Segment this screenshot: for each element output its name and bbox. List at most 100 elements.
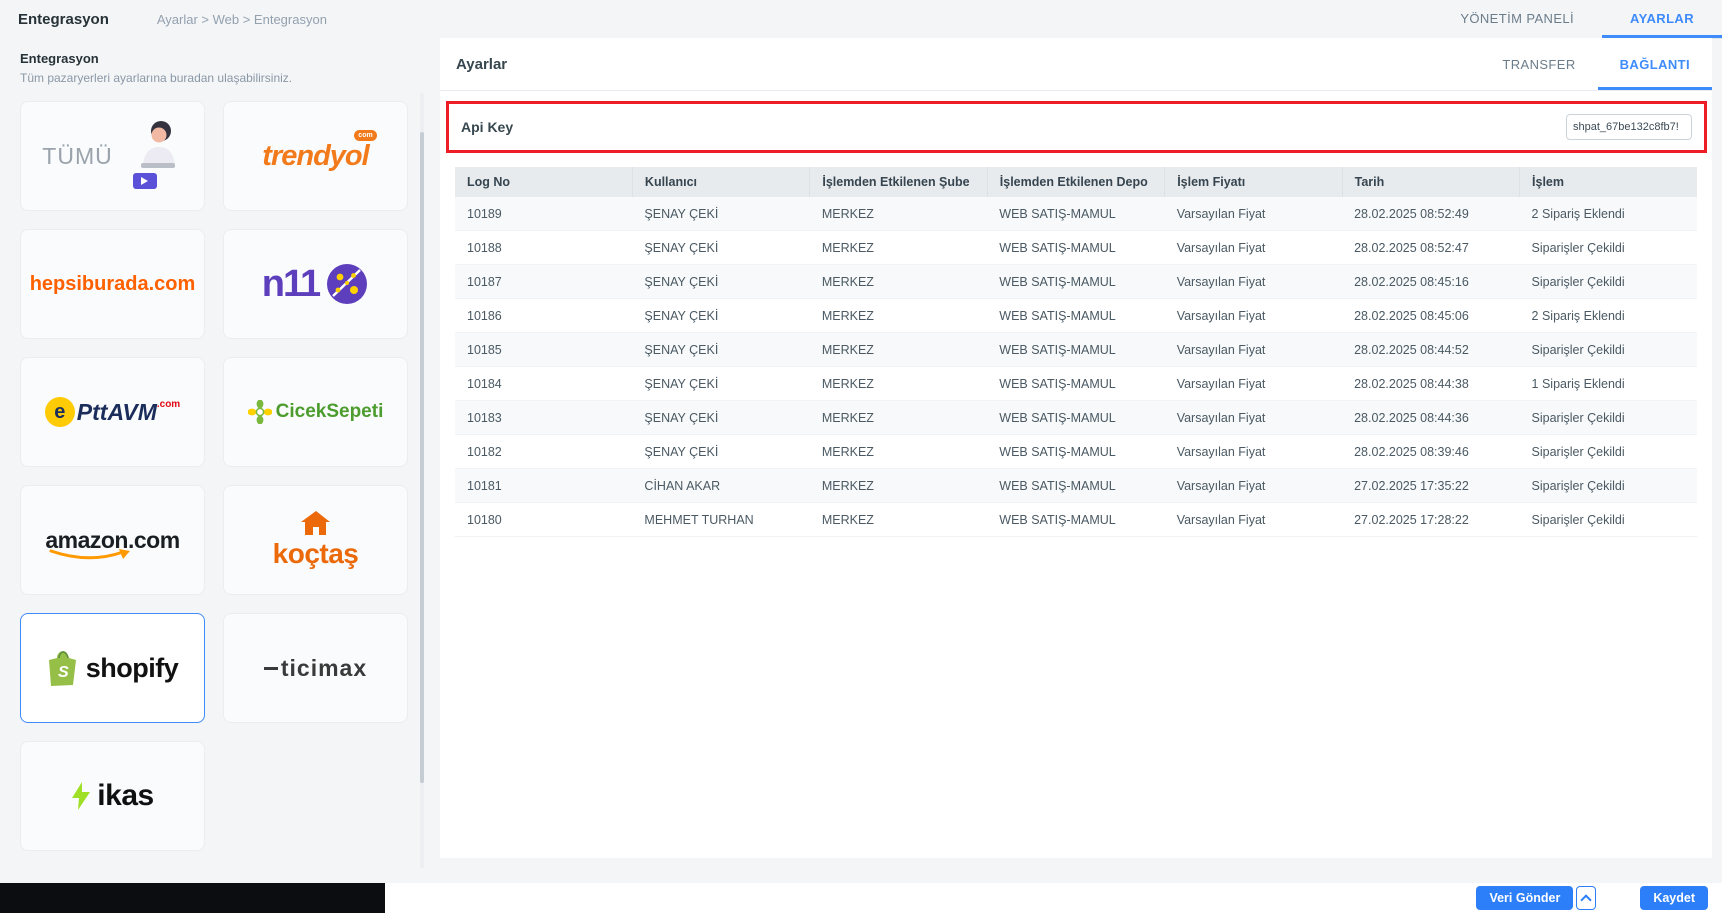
- pttavm-e-icon: e: [45, 397, 75, 427]
- column-header-depo: İşlemden Etkilenen Depo: [987, 167, 1164, 197]
- marketplace-card-pttavm[interactable]: e PttAVM .com: [20, 357, 205, 467]
- sidebar-title: Entegrasyon: [20, 51, 399, 66]
- table-row: 10185 ŞENAY ÇEKİ MERKEZ WEB SATIŞ-MAMUL …: [455, 333, 1697, 367]
- cell-sube: MERKEZ: [810, 231, 987, 265]
- pttavm-logo: e PttAVM .com: [45, 397, 180, 427]
- marketplace-card-hepsiburada[interactable]: hepsiburada.com: [20, 229, 205, 339]
- cell-islem: Siparişler Çekildi: [1520, 435, 1697, 469]
- cell-sube: MERKEZ: [810, 401, 987, 435]
- cell-islem: 2 Sipariş Eklendi: [1520, 299, 1697, 333]
- marketplace-card-ticimax[interactable]: ticimax: [223, 613, 408, 723]
- n11-label: n11: [262, 263, 319, 306]
- cell-depo: WEB SATIŞ-MAMUL: [987, 265, 1164, 299]
- marketplace-card-shopify[interactable]: S shopify: [20, 613, 205, 723]
- tab-baglanti[interactable]: BAĞLANTI: [1598, 38, 1712, 90]
- api-key-input[interactable]: [1566, 114, 1692, 140]
- cell-kullanici: ŞENAY ÇEKİ: [632, 231, 809, 265]
- panel-header: Ayarlar TRANSFER BAĞLANTI: [440, 38, 1712, 91]
- cell-islem: Siparişler Çekildi: [1520, 401, 1697, 435]
- marketplace-card-ikas[interactable]: ikas: [20, 741, 205, 851]
- cell-islem: Siparişler Çekildi: [1520, 503, 1697, 537]
- sidebar-scrollbar-thumb[interactable]: [420, 132, 424, 783]
- tab-transfer[interactable]: TRANSFER: [1480, 38, 1597, 90]
- cell-islem: Siparişler Çekildi: [1520, 265, 1697, 299]
- panel-title: Ayarlar: [456, 56, 507, 73]
- ticimax-logo: ticimax: [264, 655, 367, 682]
- cell-sube: MERKEZ: [810, 367, 987, 401]
- cell-depo: WEB SATIŞ-MAMUL: [987, 367, 1164, 401]
- api-key-row: Api Key: [449, 104, 1704, 150]
- cell-tarih: 28.02.2025 08:45:06: [1342, 299, 1519, 333]
- column-header-sube: İşlemden Etkilenen Şube: [810, 167, 987, 197]
- sidebar-scrollbar-track: [420, 93, 424, 868]
- dropdown-caret-button[interactable]: [1576, 886, 1596, 910]
- cell-kullanici: ŞENAY ÇEKİ: [632, 265, 809, 299]
- marketplace-card-amazon[interactable]: amazon.com: [20, 485, 205, 595]
- cell-islem: 2 Sipariş Eklendi: [1520, 197, 1697, 231]
- pttavm-label: PttAVM: [77, 399, 157, 426]
- table-row: 10181 CİHAN AKAR MERKEZ WEB SATIŞ-MAMUL …: [455, 469, 1697, 503]
- trendyol-com-badge: com: [354, 130, 376, 141]
- footer-bar: Veri Gönder Kaydet: [385, 883, 1722, 913]
- marketplace-card-tumu[interactable]: TÜMÜ: [20, 101, 205, 211]
- column-header-log-no: Log No: [455, 167, 632, 197]
- cell-tarih: 28.02.2025 08:52:47: [1342, 231, 1519, 265]
- cell-kullanici: ŞENAY ÇEKİ: [632, 401, 809, 435]
- cell-depo: WEB SATIŞ-MAMUL: [987, 503, 1164, 537]
- save-button[interactable]: Kaydet: [1640, 886, 1708, 910]
- house-icon: [301, 510, 331, 536]
- cell-kullanici: ŞENAY ÇEKİ: [632, 197, 809, 231]
- cell-log-no: 10186: [455, 299, 632, 333]
- cell-fiyat: Varsayılan Fiyat: [1165, 265, 1342, 299]
- cell-log-no: 10187: [455, 265, 632, 299]
- cell-tarih: 28.02.2025 08:39:46: [1342, 435, 1519, 469]
- marketplace-card-koctas[interactable]: koçtaş: [223, 485, 408, 595]
- tumu-logo: TÜMÜ: [42, 119, 182, 193]
- tumu-label: TÜMÜ: [42, 143, 112, 170]
- ikas-label: ikas: [97, 779, 153, 813]
- n11-logo: n11: [262, 262, 369, 306]
- cell-depo: WEB SATIŞ-MAMUL: [987, 401, 1164, 435]
- svg-text:S: S: [58, 664, 69, 681]
- marketplace-card-n11[interactable]: n11: [223, 229, 408, 339]
- cell-fiyat: Varsayılan Fiyat: [1165, 197, 1342, 231]
- breadcrumb: Ayarlar > Web > Entegrasyon: [157, 12, 327, 27]
- cell-log-no: 10182: [455, 435, 632, 469]
- api-key-label: Api Key: [461, 119, 513, 135]
- log-table: Log No Kullanıcı İşlemden Etkilenen Şube…: [455, 167, 1697, 537]
- marketplace-card-ciceksepeti[interactable]: CicekSepeti: [223, 357, 408, 467]
- cell-kullanici: MEHMET TURHAN: [632, 503, 809, 537]
- footer-dark-strip: [0, 883, 385, 913]
- cell-fiyat: Varsayılan Fiyat: [1165, 435, 1342, 469]
- cell-depo: WEB SATIŞ-MAMUL: [987, 231, 1164, 265]
- table-row: 10180 MEHMET TURHAN MERKEZ WEB SATIŞ-MAM…: [455, 503, 1697, 537]
- table-row: 10188 ŞENAY ÇEKİ MERKEZ WEB SATIŞ-MAMUL …: [455, 231, 1697, 265]
- cell-fiyat: Varsayılan Fiyat: [1165, 231, 1342, 265]
- table-row: 10183 ŞENAY ÇEKİ MERKEZ WEB SATIŞ-MAMUL …: [455, 401, 1697, 435]
- cell-tarih: 28.02.2025 08:44:38: [1342, 367, 1519, 401]
- ciceksepeti-label: CicekSepeti: [276, 401, 384, 423]
- hepsiburada-logo: hepsiburada.com: [30, 273, 196, 296]
- nav-item-ayarlar[interactable]: AYARLAR: [1602, 0, 1722, 38]
- table-row: 10186 ŞENAY ÇEKİ MERKEZ WEB SATIŞ-MAMUL …: [455, 299, 1697, 333]
- cell-islem: 1 Sipariş Eklendi: [1520, 367, 1697, 401]
- marketplace-card-trendyol[interactable]: trendyol com: [223, 101, 408, 211]
- cell-sube: MERKEZ: [810, 435, 987, 469]
- n11-ladybug-icon: [325, 262, 369, 306]
- sidebar-subtitle: Tüm pazaryerleri ayarlarına buradan ulaş…: [20, 71, 399, 85]
- column-header-fiyat: İşlem Fiyatı: [1165, 167, 1342, 197]
- cell-fiyat: Varsayılan Fiyat: [1165, 469, 1342, 503]
- cell-sube: MERKEZ: [810, 265, 987, 299]
- shopify-logo: S shopify: [47, 650, 179, 686]
- flower-icon: [248, 400, 272, 424]
- cell-tarih: 27.02.2025 17:28:22: [1342, 503, 1519, 537]
- cell-depo: WEB SATIŞ-MAMUL: [987, 435, 1164, 469]
- trendyol-label: trendyol: [262, 140, 368, 172]
- nav-item-yonetim-paneli[interactable]: YÖNETİM PANELİ: [1432, 0, 1602, 38]
- cell-fiyat: Varsayılan Fiyat: [1165, 333, 1342, 367]
- ticimax-label: ticimax: [281, 655, 367, 682]
- send-data-button[interactable]: Veri Gönder: [1476, 886, 1573, 910]
- table-row: 10189 ŞENAY ÇEKİ MERKEZ WEB SATIŞ-MAMUL …: [455, 197, 1697, 231]
- api-key-annotation-box: Api Key: [446, 101, 1707, 153]
- settings-panel: Ayarlar TRANSFER BAĞLANTI Api Key Log No…: [440, 38, 1712, 858]
